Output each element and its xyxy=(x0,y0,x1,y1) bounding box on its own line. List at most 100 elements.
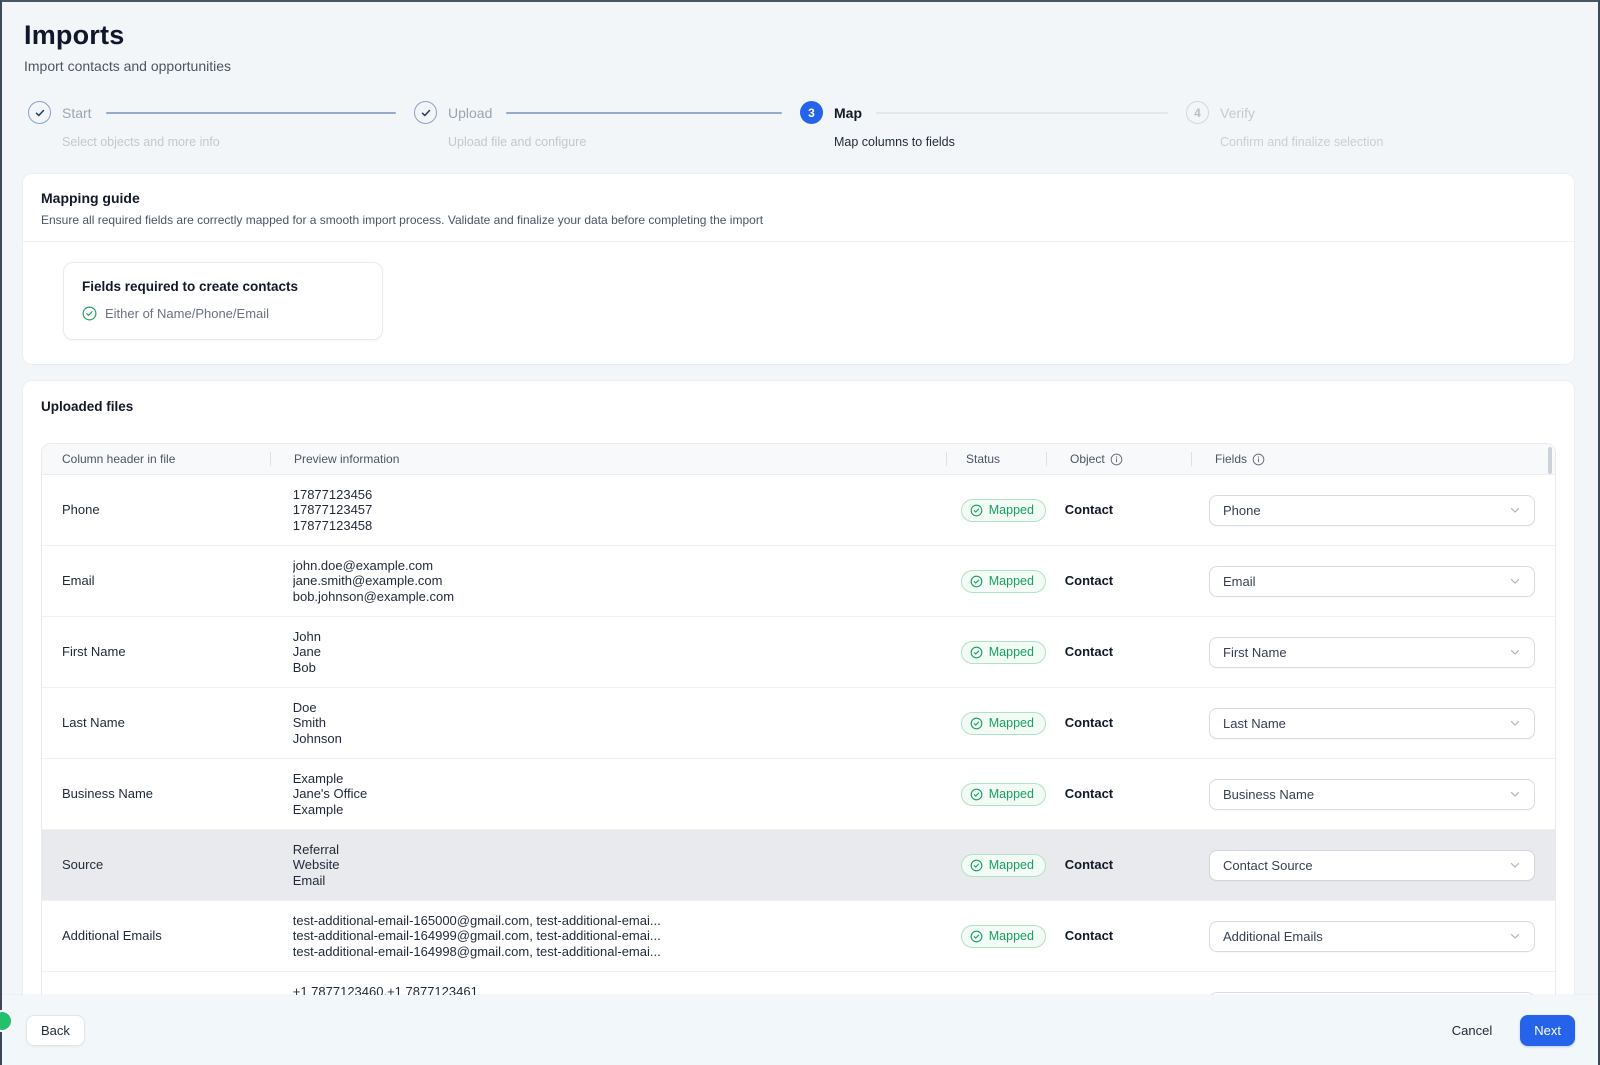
row-fields-cell: Phone xyxy=(1185,495,1555,526)
field-mapping-select[interactable]: Phone xyxy=(1209,495,1535,526)
cancel-button[interactable]: Cancel xyxy=(1438,1015,1506,1046)
preview-line: Smith xyxy=(293,715,941,731)
row-object-cell: Contact xyxy=(1041,501,1185,519)
preview-line: Example xyxy=(293,802,941,818)
step-map-description: Map columns to fields xyxy=(834,135,1186,149)
status-badge: Mapped xyxy=(961,499,1046,522)
chevron-down-icon xyxy=(1508,503,1522,517)
circle-check-icon xyxy=(970,788,983,801)
status-badge: Mapped xyxy=(961,712,1046,735)
step-map-label: Map xyxy=(834,105,862,121)
info-icon[interactable] xyxy=(1252,453,1265,466)
check-icon xyxy=(420,107,432,119)
status-text: Mapped xyxy=(989,716,1034,730)
circle-check-icon xyxy=(970,646,983,659)
preview-line: Jane's Office xyxy=(293,786,941,802)
preview-line: bob.johnson@example.com xyxy=(293,589,941,605)
preview-line: Email xyxy=(293,873,941,889)
step-verify-description: Confirm and finalize selection xyxy=(1220,135,1572,149)
table-scrollbar-thumb[interactable] xyxy=(1548,447,1552,474)
status-text: Mapped xyxy=(989,503,1034,517)
field-mapping-select[interactable]: Business Name xyxy=(1209,779,1535,810)
page-title: Imports xyxy=(24,20,1576,51)
row-status-cell: Mapped xyxy=(941,712,1041,735)
preview-line: test-additional-email-164999@gmail.com, … xyxy=(293,928,941,944)
step-connector xyxy=(506,112,782,114)
object-text: Contact xyxy=(1065,502,1113,517)
header-object: Object xyxy=(1046,444,1191,474)
stepper: Start Select objects and more info Uploa… xyxy=(2,101,1598,149)
chevron-down-icon xyxy=(1508,787,1522,801)
chevron-down-icon xyxy=(1508,716,1522,730)
row-fields-cell: Business Name xyxy=(1185,779,1555,810)
column-name-text: Additional Emails xyxy=(62,928,162,943)
row-status-cell: Mapped xyxy=(941,925,1041,948)
step-map: 3 Map Map columns to fields xyxy=(800,101,1186,149)
row-object-cell: Contact xyxy=(1041,714,1185,732)
preview-line: Example xyxy=(293,771,941,787)
table-body: Phone 17877123456 17877123457 1787712345… xyxy=(42,475,1555,997)
selected-field-text: Email xyxy=(1223,574,1256,589)
row-preview-cell: Example Jane's Office Example xyxy=(269,771,941,818)
required-fields-title: Fields required to create contacts xyxy=(82,279,364,294)
object-text: Contact xyxy=(1065,715,1113,730)
step-verify: 4 Verify Confirm and finalize selection xyxy=(1186,101,1572,149)
selected-field-text: Last Name xyxy=(1223,716,1286,731)
status-text: Mapped xyxy=(989,574,1034,588)
footer-action-bar: Back Cancel Next xyxy=(2,995,1598,1065)
row-preview-cell: john.doe@example.com jane.smith@example.… xyxy=(269,558,941,605)
required-fields-row: Either of Name/Phone/Email xyxy=(82,306,364,321)
column-name-text: Source xyxy=(62,857,103,872)
mapping-table: Column header in file Preview informatio… xyxy=(41,443,1556,997)
row-column-name-cell: Business Name xyxy=(42,785,269,803)
row-status-cell: Mapped xyxy=(941,570,1041,593)
mapping-guide-description: Ensure all required fields are correctly… xyxy=(41,213,1556,227)
back-button[interactable]: Back xyxy=(26,1015,85,1046)
check-icon xyxy=(34,107,46,119)
table-row: Last Name Doe Smith Johnson Mapped Conta… xyxy=(42,688,1555,759)
column-name-text: Last Name xyxy=(62,715,125,730)
row-column-name-cell: Additional Emails xyxy=(42,927,269,945)
status-badge: Mapped xyxy=(961,641,1046,664)
field-mapping-select[interactable]: Last Name xyxy=(1209,708,1535,739)
chevron-down-icon xyxy=(1508,929,1522,943)
step-start[interactable]: Start Select objects and more info xyxy=(28,101,414,149)
row-fields-cell: Last Name xyxy=(1185,708,1555,739)
info-icon[interactable] xyxy=(1110,453,1123,466)
preview-line: Bob xyxy=(293,660,941,676)
row-preview-cell: test-additional-email-165000@gmail.com, … xyxy=(269,913,941,960)
step-verify-label: Verify xyxy=(1220,105,1255,121)
preview-line: test-additional-email-165000@gmail.com, … xyxy=(293,913,941,929)
circle-check-icon xyxy=(970,504,983,517)
table-header-row: Column header in file Preview informatio… xyxy=(42,444,1555,475)
selected-field-text: Additional Emails xyxy=(1223,929,1323,944)
field-mapping-select[interactable]: First Name xyxy=(1209,637,1535,668)
next-button[interactable]: Next xyxy=(1520,1015,1575,1046)
uploaded-files-title: Uploaded files xyxy=(41,399,1556,414)
header-status: Status xyxy=(946,444,1046,474)
field-mapping-select[interactable]: Contact Source xyxy=(1209,850,1535,881)
table-row: Additional Emails test-additional-email-… xyxy=(42,901,1555,972)
mapping-guide-body: Fields required to create contacts Eithe… xyxy=(23,242,1574,364)
row-preview-cell: 17877123456 17877123457 17877123458 xyxy=(269,487,941,534)
selected-field-text: Phone xyxy=(1223,503,1261,518)
field-mapping-select[interactable]: Additional Emails xyxy=(1209,921,1535,952)
step-upload[interactable]: Upload Upload file and configure xyxy=(414,101,800,149)
preview-line: Jane xyxy=(293,644,941,660)
table-row: Email john.doe@example.com jane.smith@ex… xyxy=(42,546,1555,617)
circle-check-icon xyxy=(970,717,983,730)
status-badge: Mapped xyxy=(961,783,1046,806)
selected-field-text: Business Name xyxy=(1223,787,1314,802)
row-fields-cell: Contact Source xyxy=(1185,850,1555,881)
column-name-text: Email xyxy=(62,573,95,588)
page-subtitle: Import contacts and opportunities xyxy=(24,58,1576,74)
chevron-down-icon xyxy=(1508,858,1522,872)
preview-line: Doe xyxy=(293,700,941,716)
table-row: Additional Phones +1 7877123460,+1 78771… xyxy=(42,972,1555,997)
row-object-cell: Contact xyxy=(1041,856,1185,874)
field-mapping-select[interactable]: Email xyxy=(1209,566,1535,597)
column-name-text: Business Name xyxy=(62,786,153,801)
object-text: Contact xyxy=(1065,928,1113,943)
mapping-guide-header: Mapping guide Ensure all required fields… xyxy=(23,174,1574,242)
row-object-cell: Contact xyxy=(1041,643,1185,661)
